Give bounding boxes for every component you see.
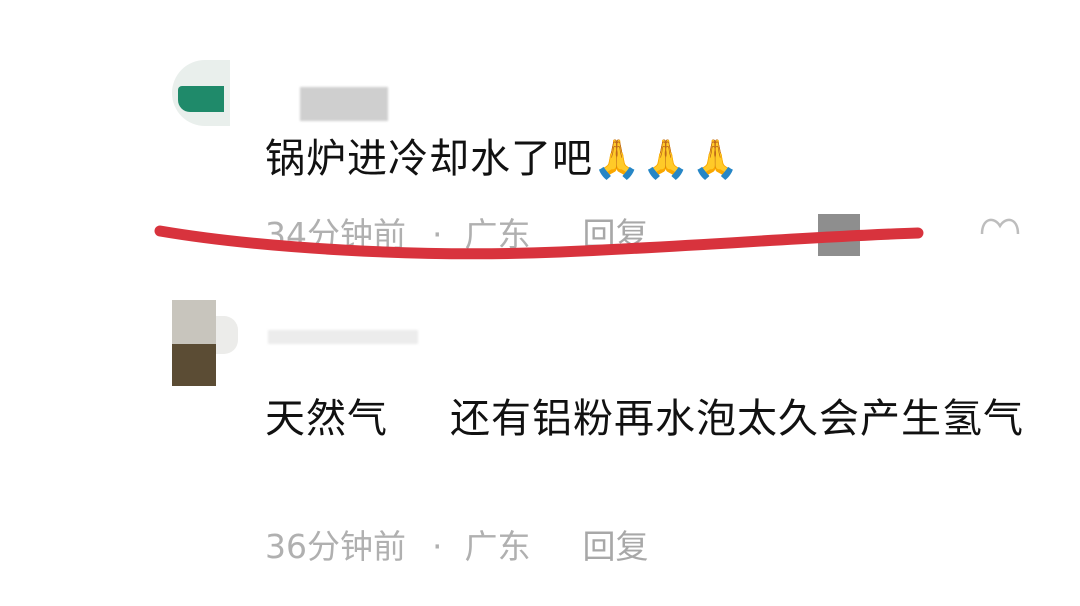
avatar-image — [178, 86, 224, 112]
comment-body-part2: 还有铝粉再水泡太久会产生氢气 — [450, 396, 1024, 442]
comment-body-part1: 天然气 — [265, 396, 388, 442]
reply-button[interactable]: 回复 — [583, 527, 649, 567]
avatar-edge — [216, 316, 238, 354]
comment-location: 广东 — [464, 527, 531, 566]
comment-meta: 36分钟前 · 广东 回复 — [265, 527, 649, 567]
avatar[interactable] — [172, 300, 216, 386]
reply-button[interactable]: 回复 — [583, 215, 649, 255]
comment-text: 锅炉进冷却水了吧🙏🙏🙏 — [265, 132, 741, 186]
meta-separator: · — [432, 215, 443, 254]
comment-item: 天然气 还有铝粉再水泡太久会产生氢气 36分钟前 · 广东 回复 — [0, 300, 1080, 600]
username-redacted — [268, 330, 418, 344]
comment-meta: 34分钟前 · 广东 回复 — [265, 215, 649, 255]
comment-time: 36分钟前 — [265, 527, 406, 566]
like-icon[interactable] — [978, 210, 1022, 240]
like-redacted — [818, 214, 860, 256]
avatar-image-top — [172, 300, 216, 344]
meta-separator: · — [432, 527, 443, 566]
comment-item: 锅炉进冷却水了吧🙏🙏🙏 34分钟前 · 广东 回复 — [0, 60, 1080, 280]
avatar[interactable] — [172, 60, 230, 126]
comment-body: 锅炉进冷却水了吧 — [265, 136, 593, 182]
praying-hands-emoji: 🙏🙏🙏 — [593, 137, 741, 181]
comment-text: 天然气 还有铝粉再水泡太久会产生氢气 — [265, 392, 1025, 446]
username-redacted — [300, 87, 388, 121]
avatar-image-bottom — [172, 344, 216, 386]
comment-time: 34分钟前 — [265, 215, 406, 254]
comment-location: 广东 — [464, 215, 531, 254]
